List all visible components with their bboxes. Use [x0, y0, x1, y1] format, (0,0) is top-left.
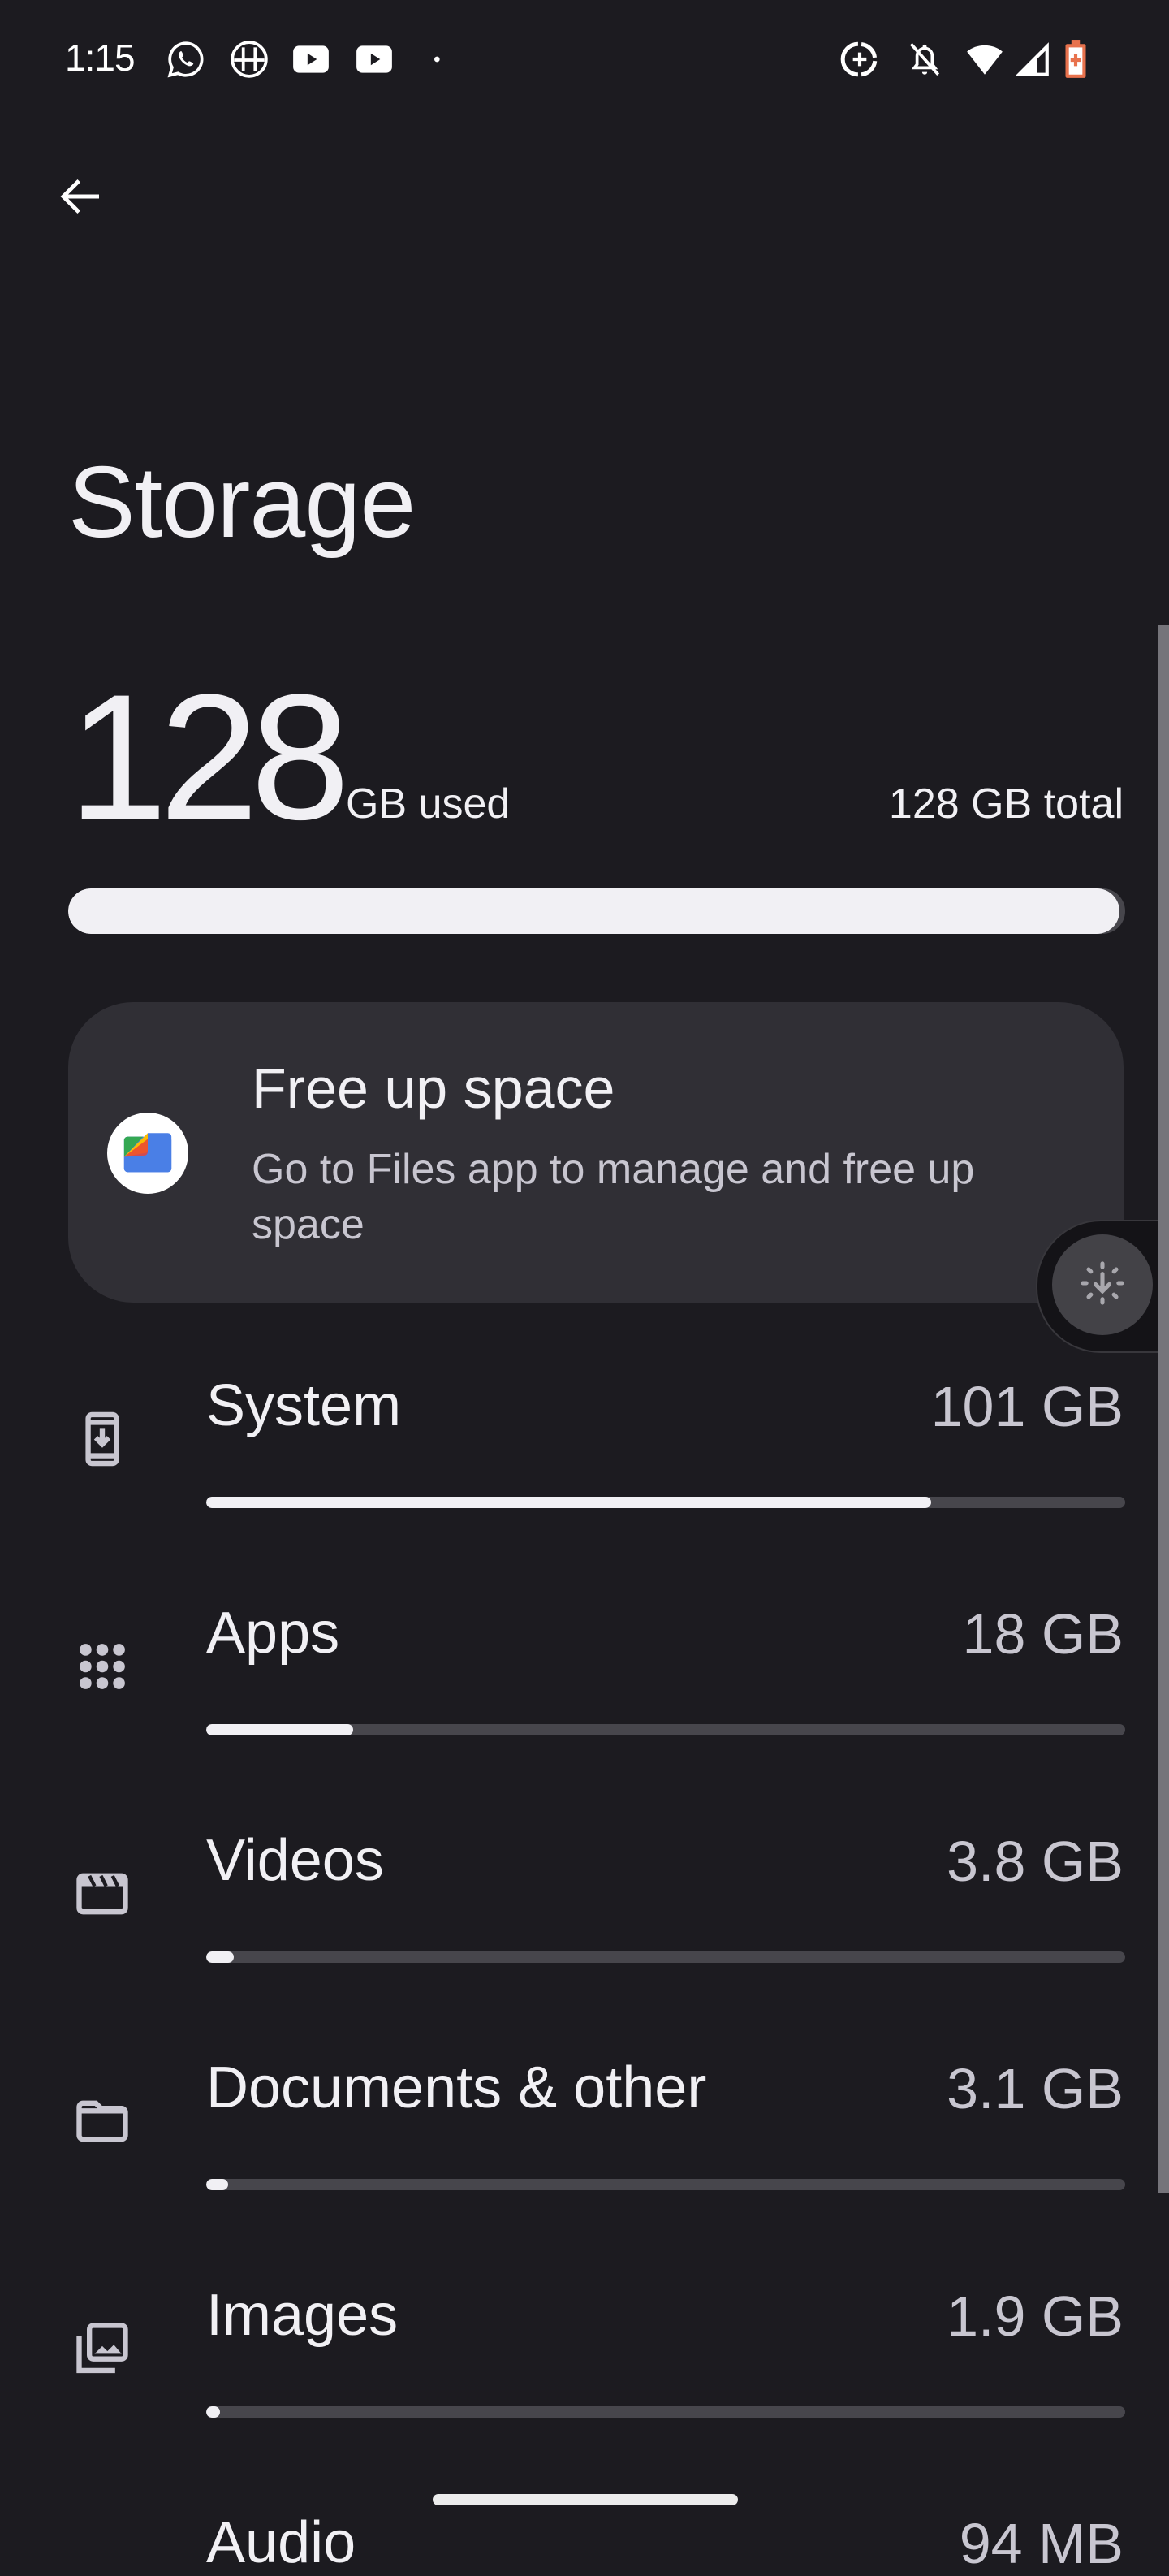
youtube-icon — [289, 39, 330, 80]
category-usage-bar — [206, 1497, 1125, 1508]
category-usage-bar-fill — [206, 1497, 932, 1508]
category-size: 18 GB — [962, 1602, 1124, 1666]
category-label: Images — [206, 2283, 399, 2348]
whatsapp-icon — [166, 39, 206, 80]
category-usage-bar-fill — [206, 1724, 354, 1735]
category-label: Audio — [206, 2510, 356, 2575]
apps-grid-icon — [71, 1636, 133, 1697]
back-button[interactable] — [45, 162, 117, 234]
category-label: Documents & other — [206, 2055, 707, 2120]
data-saver-icon — [839, 39, 880, 80]
wifi-icon — [963, 39, 1003, 80]
floating-capture-button[interactable] — [1052, 1234, 1153, 1335]
category-label: System — [206, 1373, 402, 1438]
photo-library-icon — [71, 2318, 133, 2379]
category-usage-bar — [206, 2179, 1125, 2190]
category-size: 101 GB — [930, 1375, 1124, 1438]
category-size: 3.8 GB — [947, 1830, 1124, 1893]
used-storage-value: 128 — [68, 657, 350, 857]
free-up-space-title: Free up space — [252, 1057, 615, 1120]
storage-usage-bar — [68, 888, 1125, 934]
category-usage-bar — [206, 2406, 1125, 2418]
category-size: 94 MB — [959, 2512, 1124, 2575]
page-title: Storage — [68, 447, 416, 559]
category-label: Videos — [206, 1828, 384, 1893]
category-usage-bar-fill — [206, 2179, 229, 2190]
battery-charging-icon — [1063, 39, 1104, 80]
notifications-muted-icon — [904, 39, 945, 80]
files-by-google-icon — [107, 1113, 188, 1194]
category-size: 3.1 GB — [947, 2057, 1124, 2120]
status-time: 1:15 — [65, 37, 136, 79]
system-update-icon — [71, 1408, 133, 1470]
total-storage-label: 128 GB total — [888, 780, 1124, 828]
used-storage-unit: GB used — [346, 780, 511, 828]
youtube-icon — [352, 39, 393, 80]
category-usage-bar — [206, 1951, 1125, 1963]
cell-signal-icon — [1012, 39, 1052, 80]
movie-clapper-icon — [71, 1863, 133, 1925]
scrollbar[interactable] — [1158, 625, 1169, 2193]
folder-icon — [71, 2090, 133, 2152]
screenshot-capture-icon — [1075, 1256, 1130, 1315]
arrow-back-icon — [54, 170, 108, 227]
hinge-icon — [229, 39, 270, 80]
category-size: 1.9 GB — [947, 2284, 1124, 2348]
category-label: Apps — [206, 1601, 340, 1666]
free-up-space-subtitle: Go to Files app to manage and free up sp… — [252, 1146, 975, 1248]
category-usage-bar-fill — [206, 2406, 220, 2418]
storage-usage-bar-fill — [68, 888, 1120, 934]
home-indicator[interactable] — [433, 2494, 738, 2505]
more-notifications-dot-icon — [430, 39, 471, 80]
category-usage-bar-fill — [206, 1951, 234, 1963]
category-usage-bar — [206, 1724, 1125, 1735]
